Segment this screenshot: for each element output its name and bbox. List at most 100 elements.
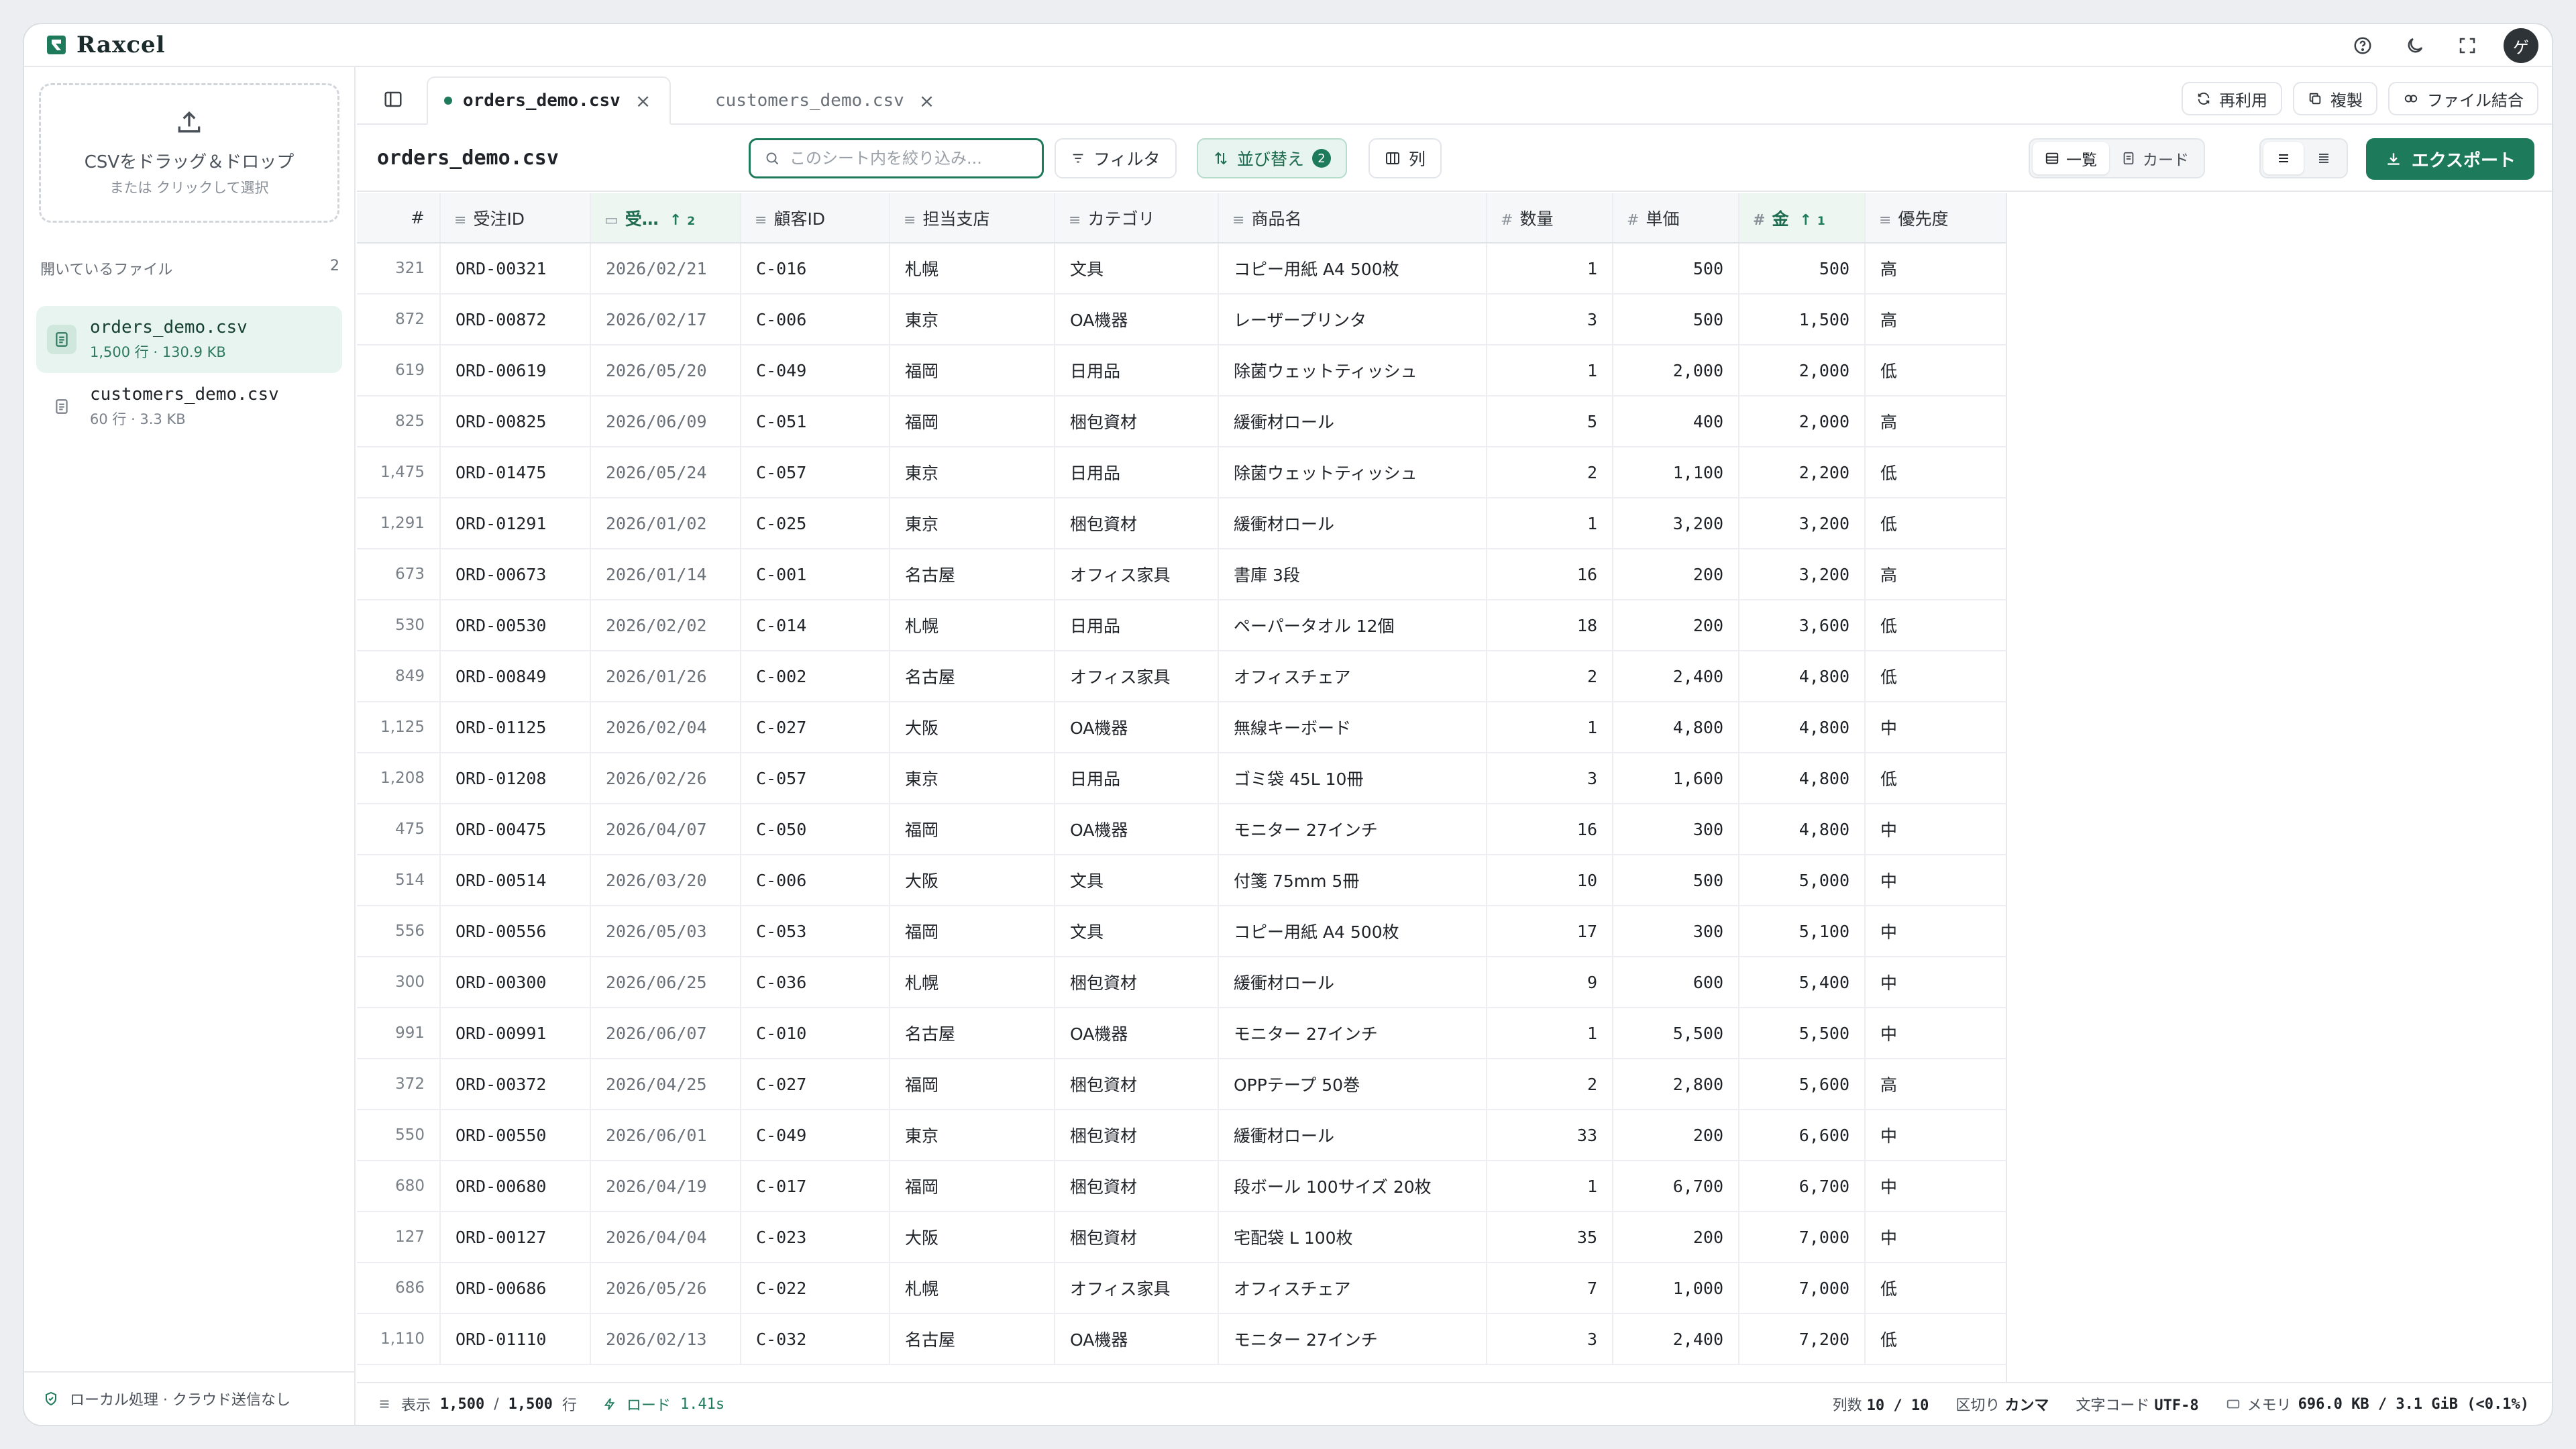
cell-amount[interactable]: 4,800 (1739, 804, 1866, 855)
cell-branch[interactable]: 福岡 (890, 1161, 1055, 1212)
cell-category[interactable]: 梱包資材 (1055, 1161, 1219, 1212)
cell-quantity[interactable]: 1 (1487, 702, 1613, 753)
cell-branch[interactable]: 名古屋 (890, 1008, 1055, 1059)
cell-order-date[interactable]: 2026/04/07 (590, 804, 741, 855)
sheet-search[interactable] (749, 138, 1044, 178)
cell-priority[interactable]: 中 (1865, 702, 2006, 753)
cell-quantity[interactable]: 3 (1487, 294, 1613, 345)
cell-product-name[interactable]: 宅配袋 L 100枚 (1218, 1212, 1487, 1263)
file-item-orders[interactable]: orders_demo.csv 1,500 行 · 130.9 KB (36, 306, 342, 373)
cell-order-id[interactable]: ORD-00686 (440, 1263, 591, 1314)
cell-category[interactable]: OA機器 (1055, 702, 1219, 753)
cell-amount[interactable]: 5,000 (1739, 855, 1866, 906)
cell-order-date[interactable]: 2026/05/03 (590, 906, 741, 957)
cell-priority[interactable]: 中 (1865, 1161, 2006, 1212)
cell-order-id[interactable]: ORD-00300 (440, 957, 591, 1008)
cell-product-name[interactable]: 書庫 3段 (1218, 549, 1487, 600)
cell-order-id[interactable]: ORD-00530 (440, 600, 591, 651)
cell-amount[interactable]: 6,700 (1739, 1161, 1866, 1212)
user-avatar[interactable]: ゲ (2504, 28, 2538, 63)
cell-category[interactable]: OA機器 (1055, 804, 1219, 855)
cell-customer-id[interactable]: C-001 (741, 549, 890, 600)
cell-order-id[interactable]: ORD-01208 (440, 753, 591, 804)
cell-order-date[interactable]: 2026/05/20 (590, 345, 741, 396)
join-files-button[interactable]: ファイル結合 (2388, 82, 2538, 115)
cell-customer-id[interactable]: C-014 (741, 600, 890, 651)
cell-product-name[interactable]: 緩衝材ロール (1218, 957, 1487, 1008)
cell-order-date[interactable]: 2026/01/14 (590, 549, 741, 600)
cell-product-name[interactable]: モニター 27インチ (1218, 1313, 1487, 1365)
cell-branch[interactable]: 札幌 (890, 600, 1055, 651)
table-row[interactable]: 475 ORD-00475 2026/04/07 C-050 福岡 OA機器 モニター 27… (357, 804, 2006, 855)
cell-order-id[interactable]: ORD-00849 (440, 651, 591, 702)
cell-quantity[interactable]: 18 (1487, 600, 1613, 651)
cell-branch[interactable]: 東京 (890, 753, 1055, 804)
search-input[interactable] (790, 149, 1031, 168)
cell-customer-id[interactable]: C-051 (741, 396, 890, 447)
cell-order-id[interactable]: ORD-01110 (440, 1313, 591, 1365)
csv-dropzone[interactable]: CSVをドラッグ＆ドロップ または クリックして選択 (39, 83, 339, 223)
cell-category[interactable]: 文具 (1055, 855, 1219, 906)
cell-customer-id[interactable]: C-057 (741, 447, 890, 498)
cell-category[interactable]: 日用品 (1055, 753, 1219, 804)
header-rownum[interactable]: # (357, 193, 441, 244)
cell-row-number[interactable]: 872 (357, 294, 441, 345)
cell-unit-price[interactable]: 200 (1613, 1212, 1739, 1263)
cell-row-number[interactable]: 1,475 (357, 447, 441, 498)
view-card-button[interactable]: カード (2109, 142, 2201, 174)
header-product[interactable]: ≡ 商品名 (1218, 193, 1487, 244)
cell-unit-price[interactable]: 2,000 (1613, 345, 1739, 396)
cell-quantity[interactable]: 10 (1487, 855, 1613, 906)
cell-customer-id[interactable]: C-025 (741, 498, 890, 549)
cell-priority[interactable]: 中 (1865, 804, 2006, 855)
header-branch[interactable]: ≡ 担当支店 (890, 193, 1055, 244)
cell-row-number[interactable]: 680 (357, 1161, 441, 1212)
cell-order-id[interactable]: ORD-00556 (440, 906, 591, 957)
cell-branch[interactable]: 札幌 (890, 957, 1055, 1008)
cell-amount[interactable]: 500 (1739, 243, 1866, 294)
cell-amount[interactable]: 5,400 (1739, 957, 1866, 1008)
cell-order-date[interactable]: 2026/02/02 (590, 600, 741, 651)
cell-order-date[interactable]: 2026/02/13 (590, 1313, 741, 1365)
cell-priority[interactable]: 中 (1865, 1212, 2006, 1263)
cell-quantity[interactable]: 16 (1487, 804, 1613, 855)
cell-category[interactable]: オフィス家具 (1055, 651, 1219, 702)
cell-row-number[interactable]: 1,208 (357, 753, 441, 804)
cell-order-date[interactable]: 2026/01/26 (590, 651, 741, 702)
cell-customer-id[interactable]: C-057 (741, 753, 890, 804)
header-unit-price[interactable]: # 単価 (1613, 193, 1739, 244)
cell-row-number[interactable]: 321 (357, 243, 441, 294)
cell-amount[interactable]: 5,100 (1739, 906, 1866, 957)
cell-row-number[interactable]: 475 (357, 804, 441, 855)
cell-product-name[interactable]: 除菌ウェットティッシュ (1218, 447, 1487, 498)
cell-quantity[interactable]: 5 (1487, 396, 1613, 447)
cell-quantity[interactable]: 3 (1487, 1313, 1613, 1365)
cell-amount[interactable]: 2,000 (1739, 396, 1866, 447)
cell-branch[interactable]: 大阪 (890, 702, 1055, 753)
cell-branch[interactable]: 福岡 (890, 345, 1055, 396)
header-amount[interactable]: # 金 ↑ 1 (1739, 193, 1866, 244)
header-priority[interactable]: ≡ 優先度 (1865, 193, 2006, 244)
cell-quantity[interactable]: 17 (1487, 906, 1613, 957)
cell-quantity[interactable]: 2 (1487, 447, 1613, 498)
help-icon[interactable] (2347, 30, 2379, 62)
table-row[interactable]: 825 ORD-00825 2026/06/09 C-051 福岡 梱包資材 緩衝材ロール 5… (357, 396, 2006, 447)
cell-customer-id[interactable]: C-006 (741, 855, 890, 906)
cell-order-date[interactable]: 2026/04/25 (590, 1059, 741, 1110)
cell-branch[interactable]: 福岡 (890, 396, 1055, 447)
cell-quantity[interactable]: 1 (1487, 243, 1613, 294)
cell-unit-price[interactable]: 400 (1613, 396, 1739, 447)
cell-priority[interactable]: 高 (1865, 243, 2006, 294)
cell-unit-price[interactable]: 500 (1613, 855, 1739, 906)
cell-product-name[interactable]: オフィスチェア (1218, 651, 1487, 702)
cell-product-name[interactable]: ゴミ袋 45L 10冊 (1218, 753, 1487, 804)
cell-customer-id[interactable]: C-050 (741, 804, 890, 855)
cell-unit-price[interactable]: 5,500 (1613, 1008, 1739, 1059)
cell-product-name[interactable]: オフィスチェア (1218, 1263, 1487, 1314)
tab-customers[interactable]: customers_demo.csv × (699, 76, 951, 125)
cell-order-date[interactable]: 2026/01/02 (590, 498, 741, 549)
cell-unit-price[interactable]: 1,100 (1613, 447, 1739, 498)
cell-product-name[interactable]: 緩衝材ロール (1218, 1110, 1487, 1161)
cell-customer-id[interactable]: C-049 (741, 1110, 890, 1161)
cell-quantity[interactable]: 2 (1487, 1059, 1613, 1110)
